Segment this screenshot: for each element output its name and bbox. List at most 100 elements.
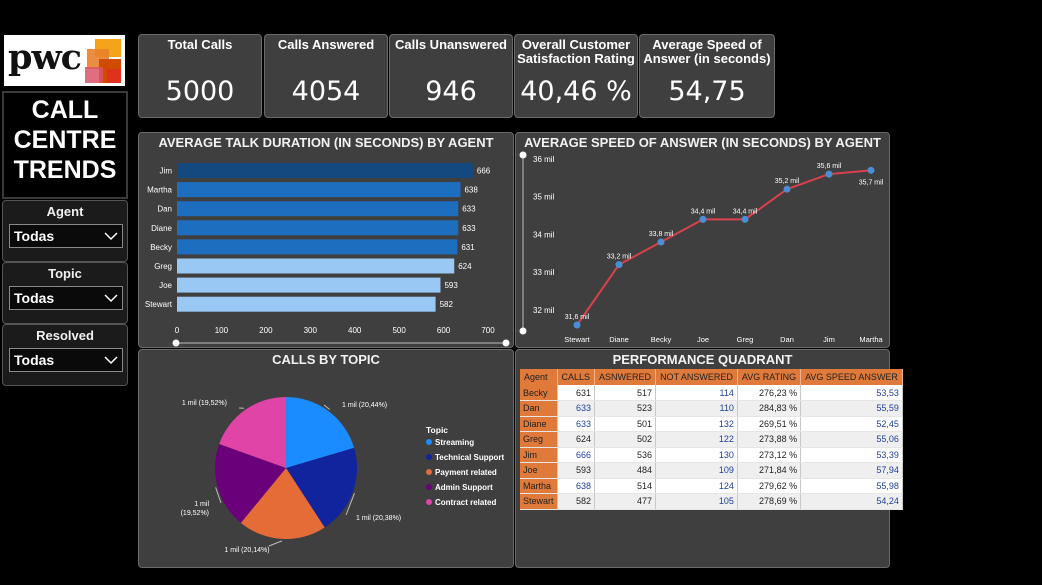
column-header[interactable]: ASNWERED [594, 369, 657, 385]
table-cell: 523 [594, 400, 657, 417]
column-header[interactable]: NOT ANSWERED [655, 369, 738, 385]
resolved-filter: Resolved Todas [2, 324, 128, 386]
performance-quadrant-title: PERFORMANCE QUADRANT [612, 352, 793, 367]
x-tick-label: 100 [215, 326, 229, 335]
data-point-becky [657, 238, 665, 246]
y-tick-label: 34 mil [533, 230, 555, 239]
bar-dan [177, 201, 459, 217]
bar-value-label: 633 [462, 205, 476, 214]
column-header[interactable]: AVG RATING [737, 369, 802, 385]
agent-cell: Greg [520, 431, 558, 448]
data-label: 31,6 mil [565, 314, 590, 321]
kpi-value: 4054 [291, 76, 361, 107]
legend-marker [426, 484, 432, 490]
bar-category-label: Jim [160, 167, 173, 176]
table-cell: 55,06 [800, 431, 903, 448]
chevron-down-icon [104, 356, 118, 365]
slice-label: 1 mil (20,44%) [342, 402, 387, 409]
table-cell: 276,23 % [737, 385, 802, 401]
table-cell: 55,59 [800, 400, 903, 417]
agent-cell: Dan [520, 400, 558, 417]
topic-dropdown[interactable]: Todas [9, 286, 123, 310]
legend-item: Technical Support [435, 453, 505, 462]
table-cell: 582 [557, 493, 596, 510]
slice-label: 1 mil (20,38%) [356, 515, 401, 522]
legend-item: Streaming [435, 438, 474, 447]
series-line [576, 169, 872, 326]
slice-label: 1 mil (19,52%) [181, 501, 210, 517]
column-header[interactable]: Agent [520, 369, 558, 385]
table-cell: 57,94 [800, 462, 903, 479]
table-cell: 271,84 % [737, 462, 802, 479]
kpi-title: Overall Customer Satisfaction Rating [517, 37, 635, 66]
data-point-jim [825, 170, 833, 178]
scroll-handle-top [519, 151, 527, 159]
data-point-dan [783, 185, 791, 193]
column-header[interactable]: CALLS [557, 369, 596, 385]
bar-category-label: Stewart [145, 300, 173, 309]
table-cell: 279,62 % [737, 478, 802, 494]
table-cell: 54,24 [800, 493, 903, 510]
agent-cell: Joe [520, 462, 558, 479]
table-cell: 278,69 % [737, 493, 802, 510]
calls-by-topic-chart: 1 mil (20,44%) 1 mil (20,38%) 1 mil (20,14… [181, 397, 505, 554]
x-tick-label: 500 [392, 326, 406, 335]
table-cell: 114 [655, 385, 738, 401]
table-cell: 514 [594, 478, 657, 494]
x-tick-label: Stewart [564, 335, 590, 344]
legend-item: Contract related [435, 498, 496, 507]
data-point-diane [615, 261, 623, 269]
agent-cell: Jim [520, 447, 558, 463]
topic-filter-label: Topic [48, 266, 82, 281]
calls-by-topic-panel: CALLS BY TOPIC 1 mil (20,44%) 1 mil (20,3… [138, 349, 514, 568]
bar-value-label: 624 [458, 262, 472, 271]
title-line-3: TRENDS [13, 156, 117, 184]
resolved-dropdown[interactable]: Todas [9, 348, 123, 372]
kpi-title: Calls Answered [277, 37, 375, 52]
agent-cell: Stewart [520, 493, 558, 510]
agent-cell: Becky [520, 385, 558, 401]
bar-value-label: 638 [464, 186, 478, 195]
slice-leader-line [268, 540, 283, 547]
agent-cell: Diane [520, 416, 558, 432]
x-tick-label: 700 [481, 326, 495, 335]
topic-dropdown-value: Todas [14, 290, 55, 306]
kpi-title: Average Speed of Answer (in seconds) [643, 37, 771, 66]
kpi-satisfaction-rating: Overall Customer Satisfaction Rating 40,… [514, 34, 638, 118]
table-cell: 105 [655, 493, 738, 510]
performance-table: Agent CALLS ASNWERED NOT ANSWERED AVG RATING… [520, 369, 903, 510]
talk-duration-chart: Jim 666 Martha 638 Dan 633 Diane 633 Becky 631 Gre… [145, 163, 510, 347]
kpi-calls-answered: Calls Answered 4054 [264, 34, 388, 118]
agent-dropdown[interactable]: Todas [9, 224, 123, 248]
x-tick-label: Martha [859, 335, 883, 344]
title-line-1: CALL [31, 96, 99, 124]
speed-answer-chart: 32 mil 33 mil 34 mil 35 mil 36 mil 31,6 mil St… [519, 151, 884, 344]
kpi-total-calls: Total Calls 5000 [138, 34, 262, 118]
kpi-title: Total Calls [167, 37, 233, 52]
table-row: Stewart 582 477 105 278,69 % 54,24 [520, 493, 903, 510]
y-tick-label: 32 mil [533, 306, 555, 315]
x-tick-label: Jim [823, 335, 835, 344]
data-label: 35,2 mil [775, 178, 800, 185]
table-row: Dan 633 523 110 284,83 % 55,59 [520, 400, 903, 417]
y-tick-label: 35 mil [533, 193, 555, 202]
bar-value-label: 666 [477, 167, 491, 176]
legend-marker [426, 439, 432, 445]
table-cell: 502 [594, 431, 657, 448]
resolved-filter-label: Resolved [36, 328, 94, 343]
table-cell: 132 [655, 416, 738, 432]
bar-becky [177, 239, 458, 255]
resolved-dropdown-value: Todas [14, 352, 55, 368]
data-point-martha [867, 166, 875, 174]
table-row: Martha 638 514 124 279,62 % 55,98 [520, 478, 903, 494]
slice-label: 1 mil (19,52%) [182, 400, 227, 407]
bar-diane [177, 220, 459, 236]
table-row: Jim 666 536 130 273,12 % 53,39 [520, 447, 903, 463]
table-cell: 593 [557, 462, 596, 479]
bar-greg [177, 258, 455, 274]
x-tick-label: Dan [780, 335, 794, 344]
kpi-value: 946 [425, 76, 477, 107]
scroll-handle-right [502, 339, 510, 347]
table-cell: 124 [655, 478, 738, 494]
column-header[interactable]: AVG SPEED ANSWER [800, 369, 903, 385]
